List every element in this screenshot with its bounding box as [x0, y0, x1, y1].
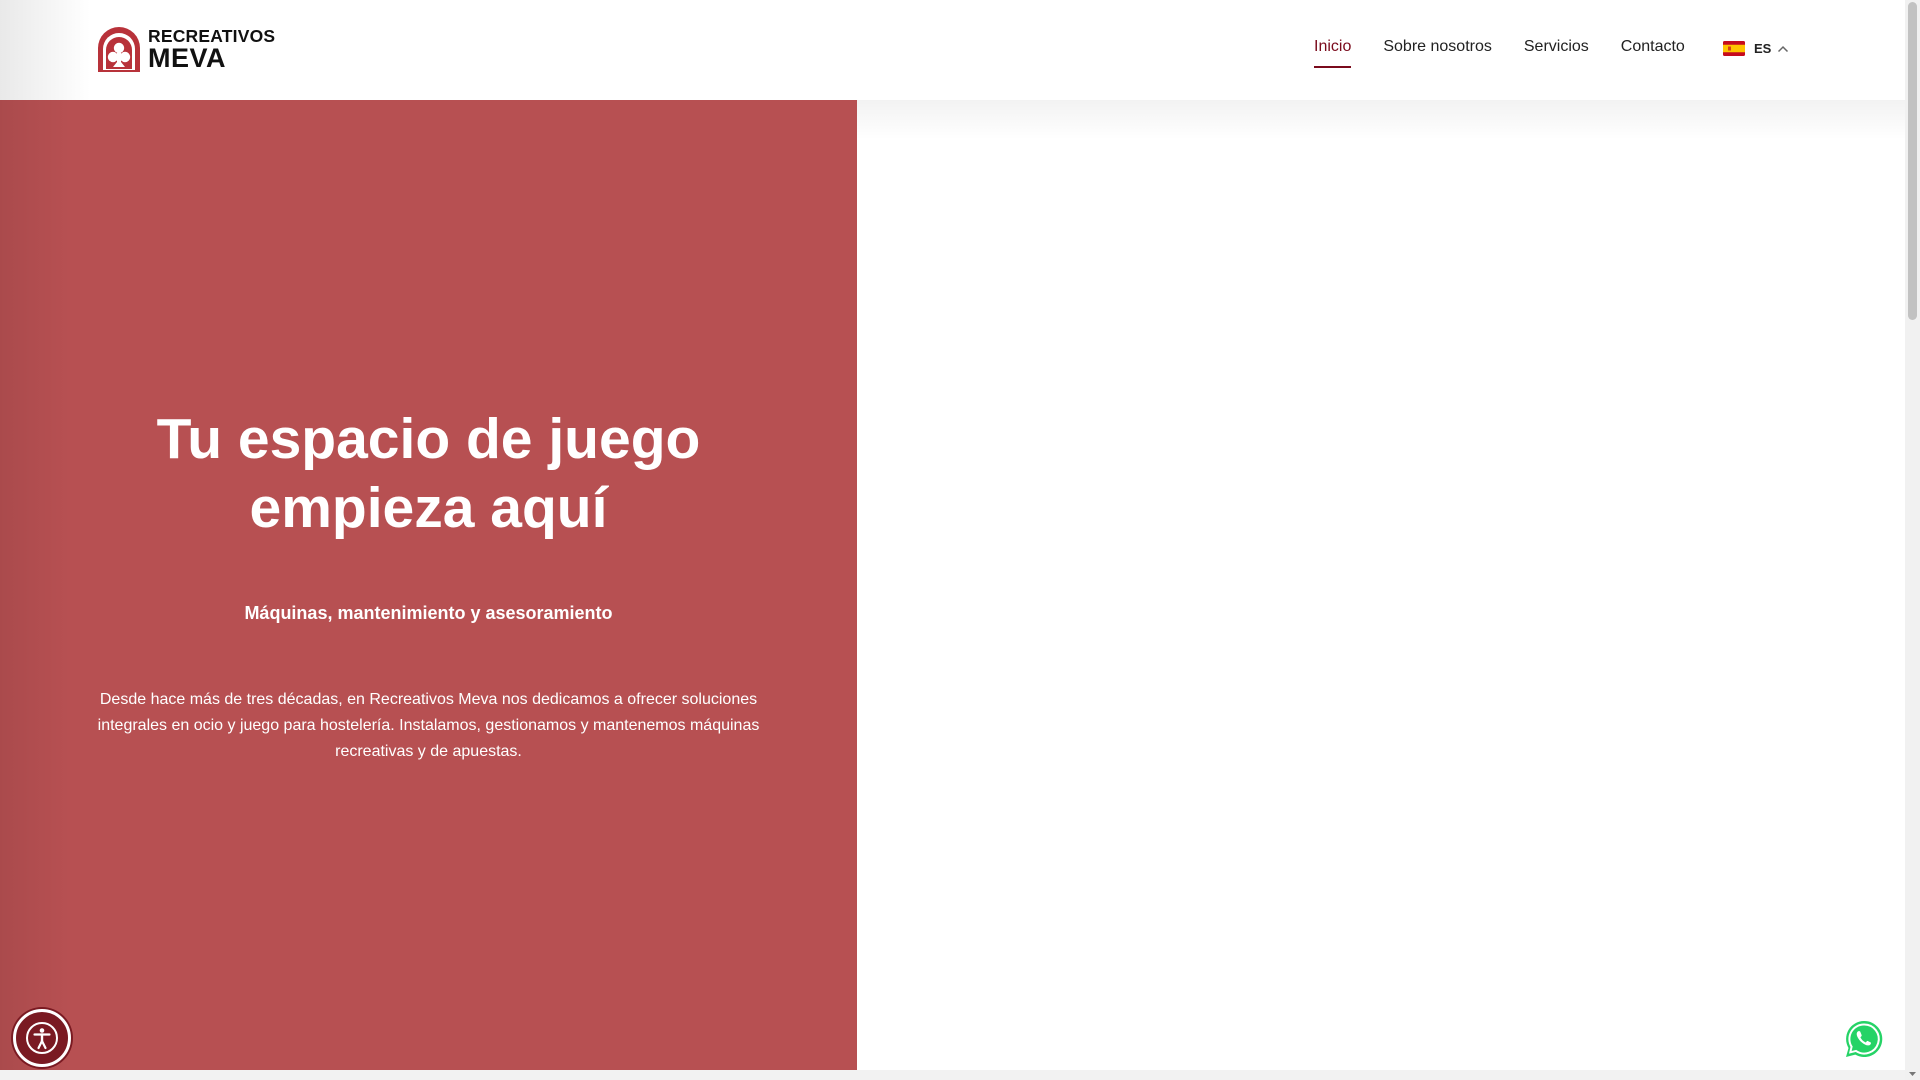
accessibility-button[interactable]: [13, 1009, 71, 1067]
header-drop-shadow: [857, 100, 1905, 140]
page-bottom-edge: [0, 1070, 1905, 1080]
hero-edge-shadow: [0, 100, 70, 1070]
scrollbar-thumb[interactable]: [1908, 2, 1917, 320]
nav-item-sobre-nosotros[interactable]: Sobre nosotros: [1383, 38, 1492, 56]
language-label: ES: [1754, 41, 1772, 56]
hero-panel: Tu espacio de juego empieza aquí Máquina…: [0, 100, 857, 1070]
hero-image-area: [857, 100, 1905, 1070]
nav-item-servicios[interactable]: Servicios: [1524, 38, 1589, 56]
whatsapp-icon: [1846, 1020, 1883, 1057]
hero-title: Tu espacio de juego empieza aquí: [156, 407, 701, 540]
site-logo[interactable]: RECREATIVOS MEVA: [94, 26, 275, 74]
club-arch-logo-icon: [98, 27, 140, 72]
logo-wordmark: RECREATIVOS MEVA: [148, 28, 275, 72]
language-switcher[interactable]: ES: [1723, 41, 1789, 56]
hero-subtitle: Máquinas, mantenimiento y asesoramiento: [244, 603, 613, 623]
nav-item-contacto[interactable]: Contacto: [1621, 38, 1685, 56]
chevron-up-icon: [1778, 45, 1789, 52]
accessibility-icon: [26, 1022, 58, 1054]
nav-item-inicio[interactable]: Inicio: [1314, 38, 1352, 68]
main-nav: Inicio Sobre nosotros Servicios Contacto: [1314, 38, 1717, 68]
hero-description: Desde hace más de tres décadas, en Recre…: [97, 691, 760, 760]
page-scrollbar[interactable]: [1905, 0, 1920, 1080]
site-header: RECREATIVOS MEVA Inicio Sobre nosotros S…: [0, 0, 1905, 100]
spain-flag-icon: [1723, 41, 1745, 56]
logo-line-2: MEVA: [148, 42, 227, 73]
header-edge-shadow: [0, 0, 90, 100]
scroll-down-arrow-icon[interactable]: [1908, 1069, 1917, 1078]
whatsapp-button[interactable]: [1843, 1018, 1885, 1060]
